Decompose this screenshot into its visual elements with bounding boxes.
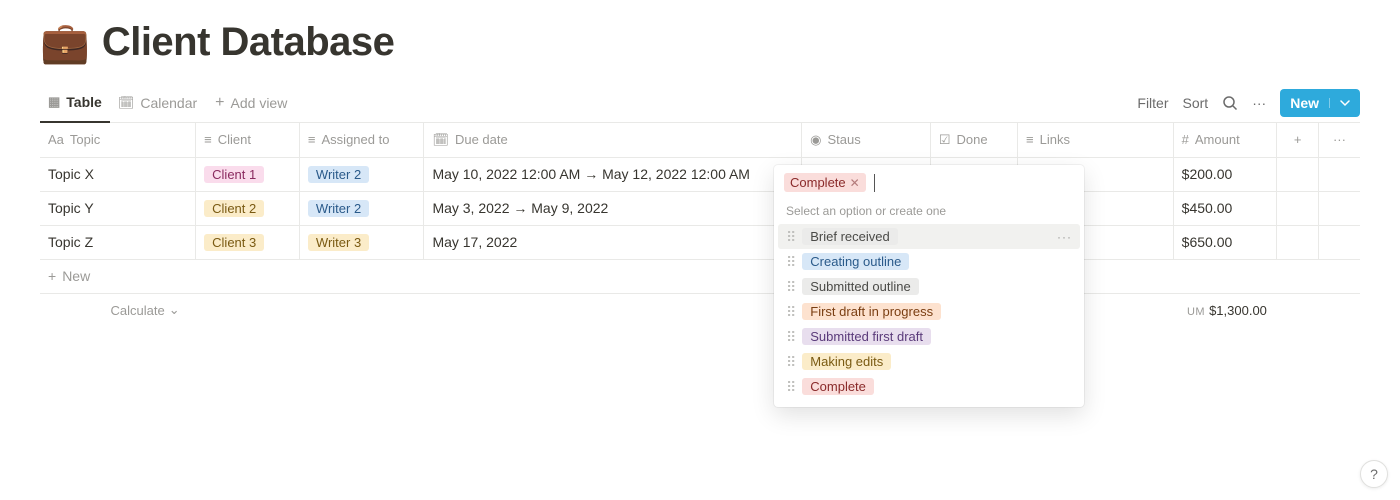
sum-value[interactable]: UM$1,300.00 xyxy=(1173,293,1277,327)
cell-topic[interactable]: Topic X xyxy=(40,157,196,191)
column-more-button[interactable]: ··· xyxy=(1318,123,1360,157)
cell-client[interactable]: Client 2 xyxy=(196,191,300,225)
cell-topic[interactable]: Topic Y xyxy=(40,191,196,225)
checkbox-icon: ☑ xyxy=(939,132,951,148)
new-button-label: New xyxy=(1290,95,1319,111)
sort-button[interactable]: Sort xyxy=(1183,95,1209,111)
cell-due[interactable]: May 10, 2022 12:00 AM → May 12, 2022 12:… xyxy=(424,157,802,191)
column-header-done[interactable]: ☑ Done xyxy=(930,123,1017,157)
table-row[interactable]: Topic X Client 1 Writer 2 May 10, 2022 1… xyxy=(40,157,1360,191)
cell-due[interactable]: May 17, 2022 xyxy=(424,225,802,259)
add-column-button[interactable]: + xyxy=(1277,123,1319,157)
status-option[interactable]: ⠿ Submitted first draft xyxy=(778,324,1080,349)
list-icon: ≡ xyxy=(204,132,212,147)
table-icon: ▦ xyxy=(48,94,60,110)
table-row[interactable]: Topic Y Client 2 Writer 2 May 3, 2022 → … xyxy=(40,191,1360,225)
table-row[interactable]: Topic Z Client 3 Writer 3 May 17, 2022 $… xyxy=(40,225,1360,259)
selected-status-tag[interactable]: Complete ✕ xyxy=(784,173,866,192)
calendar-icon: 🗓 xyxy=(118,95,135,111)
plus-icon: + xyxy=(48,268,56,284)
view-tab-calendar[interactable]: 🗓 Calendar xyxy=(110,83,205,123)
column-header-assigned[interactable]: ≡ Assigned to xyxy=(299,123,424,157)
page-title[interactable]: Client Database xyxy=(102,20,395,65)
column-label: Links xyxy=(1040,132,1070,147)
option-more-icon[interactable]: ··· xyxy=(1057,230,1072,244)
more-icon[interactable]: ··· xyxy=(1252,95,1266,111)
list-icon: ≡ xyxy=(1026,132,1034,147)
status-option[interactable]: ⠿ Submitted outline xyxy=(778,274,1080,299)
cell-assigned[interactable]: Writer 3 xyxy=(299,225,424,259)
column-label: Topic xyxy=(70,132,100,147)
drag-handle-icon[interactable]: ⠿ xyxy=(786,355,794,369)
page-icon[interactable]: 💼 xyxy=(40,23,90,63)
drag-handle-icon[interactable]: ⠿ xyxy=(786,280,794,294)
new-row-button[interactable]: + New xyxy=(40,259,1360,293)
add-view-button[interactable]: + Add view xyxy=(205,83,297,123)
drag-handle-icon[interactable]: ⠿ xyxy=(786,255,794,269)
column-label: Staus xyxy=(828,132,861,147)
chevron-down-icon[interactable] xyxy=(1329,98,1350,108)
drag-handle-icon[interactable]: ⠿ xyxy=(786,305,794,319)
status-option[interactable]: ⠿ Complete xyxy=(778,374,1080,399)
calculate-button[interactable]: Calculate⌄ xyxy=(48,302,188,318)
select-icon: ◉ xyxy=(810,132,821,148)
text-icon: Aa xyxy=(48,132,64,147)
drag-handle-icon[interactable]: ⠿ xyxy=(786,380,794,394)
column-label: Client xyxy=(218,132,251,147)
cell-client[interactable]: Client 3 xyxy=(196,225,300,259)
status-option[interactable]: ⠿ First draft in progress xyxy=(778,299,1080,324)
text-input-cursor[interactable] xyxy=(874,174,875,192)
status-option[interactable]: ⠿ Creating outline xyxy=(778,249,1080,274)
column-label: Assigned to xyxy=(322,132,390,147)
cell-amount[interactable]: $450.00 xyxy=(1173,191,1277,225)
column-label: Done xyxy=(957,132,988,147)
column-label: Due date xyxy=(455,132,508,147)
remove-tag-icon[interactable]: ✕ xyxy=(850,176,860,190)
column-header-due[interactable]: 🗓 Due date xyxy=(424,123,802,157)
view-tab-label: Calendar xyxy=(140,95,197,111)
database-table: Aa Topic ≡ Client ≡ Assigned to 🗓 Due date ◉… xyxy=(40,123,1360,327)
filter-button[interactable]: Filter xyxy=(1137,95,1168,111)
calendar-icon: 🗓 xyxy=(432,132,449,148)
column-header-client[interactable]: ≡ Client xyxy=(196,123,300,157)
views-bar: ▦ Table 🗓 Calendar + Add view Filter Sor… xyxy=(40,83,1360,123)
cell-assigned[interactable]: Writer 2 xyxy=(299,191,424,225)
column-header-amount[interactable]: # Amount xyxy=(1173,123,1277,157)
page-header: 💼 Client Database xyxy=(40,20,1360,65)
chevron-down-icon: ⌄ xyxy=(169,302,180,318)
status-option[interactable]: ⠿ Making edits xyxy=(778,349,1080,374)
status-option[interactable]: ⠿ Brief received ··· xyxy=(778,224,1080,249)
cell-topic[interactable]: Topic Z xyxy=(40,225,196,259)
list-icon: ≡ xyxy=(308,132,316,147)
plus-icon: + xyxy=(215,95,224,111)
drag-handle-icon[interactable]: ⠿ xyxy=(786,230,794,244)
calculate-row: Calculate⌄ UM$1,300.00 xyxy=(40,293,1360,327)
status-select-popover: Complete ✕ Select an option or create on… xyxy=(774,165,1084,407)
new-row-label: New xyxy=(62,268,90,284)
view-tab-table[interactable]: ▦ Table xyxy=(40,83,110,123)
new-button[interactable]: New xyxy=(1280,89,1360,117)
column-label: Amount xyxy=(1195,132,1240,147)
cell-amount[interactable]: $650.00 xyxy=(1173,225,1277,259)
popover-hint: Select an option or create one xyxy=(774,200,1084,222)
add-view-label: Add view xyxy=(231,95,288,111)
column-header-topic[interactable]: Aa Topic xyxy=(40,123,196,157)
column-header-status[interactable]: ◉ Staus xyxy=(802,123,931,157)
view-tab-label: Table xyxy=(66,94,102,110)
drag-handle-icon[interactable]: ⠿ xyxy=(786,330,794,344)
cell-client[interactable]: Client 1 xyxy=(196,157,300,191)
search-icon[interactable] xyxy=(1222,95,1238,111)
cell-assigned[interactable]: Writer 2 xyxy=(299,157,424,191)
column-header-links[interactable]: ≡ Links xyxy=(1018,123,1174,157)
cell-due[interactable]: May 3, 2022 → May 9, 2022 xyxy=(424,191,802,225)
number-icon: # xyxy=(1182,132,1189,147)
cell-amount[interactable]: $200.00 xyxy=(1173,157,1277,191)
help-button[interactable]: ? xyxy=(1360,460,1388,488)
